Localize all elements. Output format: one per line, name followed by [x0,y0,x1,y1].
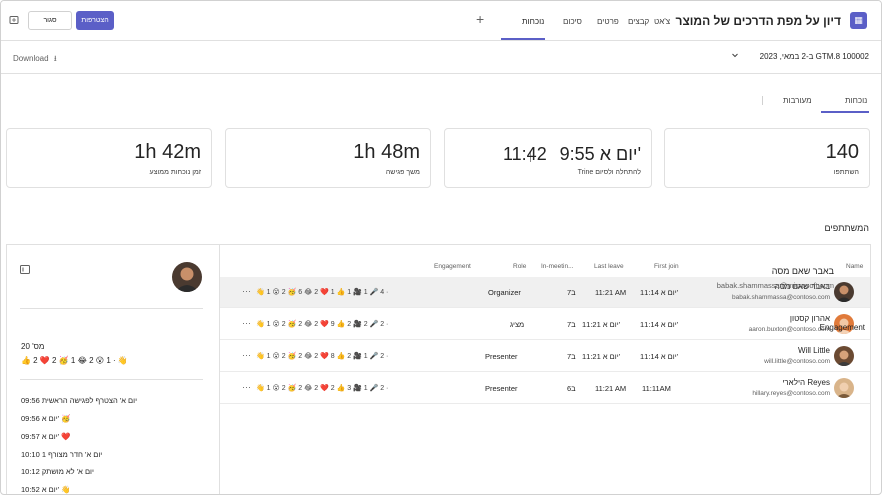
column-header-name[interactable]: Name [846,263,863,270]
session-dropdown[interactable]: ב-2 במאי, 2023 GTM.8 100002 [760,52,869,61]
participant-email: babak.shammassa@contoso.com [731,294,830,301]
participants-value: 140 [825,141,859,163]
close-button[interactable]: סגור [28,11,72,30]
average-attendance-label: זמן נוכחות ממוצע [149,169,201,176]
subtab-engagement[interactable]: מעורבות [783,96,812,105]
subtab-active-indicator [821,111,869,113]
role-cell: Organizer [488,288,521,297]
stat-card-start-end: 9:55 יום א' 11:42 Trine להתחלה ולסיום [444,128,652,188]
start-end-label: Trine להתחלה ולסיום [577,169,641,176]
table-row[interactable]: הילארי Reyes hillary.reyes@contoso.com 1… [220,373,870,404]
engagement-heading: Engagement [819,323,865,332]
column-header-first-join[interactable]: First join [654,263,679,270]
more-options-icon[interactable]: ··· [242,286,251,296]
panel-divider [20,379,203,380]
engagement-cell: 👋 1 😮 2 🥳 6 😂 2 ❤️ 1 👍 1 🎥 1 🎤 4 · [256,289,389,296]
last-leave-cell: 11:21 AM [595,384,627,393]
avatar [172,262,202,292]
avatar [834,378,854,398]
last-leave-cell: 11:21 יום א' [582,352,621,361]
first-join-cell: 11:14 יום א' [640,320,679,329]
top-bar: ▦ דיון על מפת הדרכים של המוצר צ'אט קבצים… [1,1,881,41]
timeline-entry: 09:56 יום א' 🥳 [21,414,71,423]
avatar [834,346,854,366]
role-cell: Presenter [485,384,518,393]
session-filter-bar: ב-2 במאי, 2023 GTM.8 100002 Download ⭳ [1,42,881,74]
participant-name: Will Little [797,346,830,355]
timeline-entry: 10:10 יום א' חדר מצורף 1 [21,450,103,459]
participant-email: aaron.buxton@contoso.com [748,326,830,333]
share-screen-icon[interactable] [9,15,19,25]
tab-recap[interactable]: סיכום [563,17,582,26]
role-cell: מציג [510,320,525,329]
timeline-entry: 09:56 יום א' הצטרף לפגישה הראשית [21,396,138,405]
timeline-entry: 10:52 יום א' 👋 [21,485,71,494]
detail-participant-name: באבר שאם מסה [771,266,834,276]
role-cell: Presenter [485,352,518,361]
timeline-entry: 10:12 יום א' לא מושתק [21,467,94,476]
engagement-cell: 👋 1 😮 2 🥳 2 😂 2 ❤️ 9 👍 2 🎥 2 🎤 2 · [256,321,389,328]
join-button[interactable]: הצטרפות [76,11,114,30]
tab-files[interactable]: קבצים [628,17,649,26]
subtab-divider [762,96,763,105]
first-join-cell: 11:11AM [642,384,671,393]
stat-card-average-attendance: 1h 42m זמן נוכחות ממוצע [6,128,212,188]
participant-name: הילארי Reyes [782,378,830,387]
participants-label: השתתפו [833,169,859,176]
more-options-icon[interactable]: ··· [242,382,251,392]
column-header-role[interactable]: Role [513,263,526,270]
timeline-entry: 09:57 יום א' ❤️ [21,432,71,441]
end-time-value: 11:42 [503,144,547,164]
start-time-value: 9:55 יום א' [559,144,641,164]
last-leave-cell: 11:21 AM [595,288,627,297]
participant-email: hillary.reyes@contoso.com [752,390,830,397]
stat-card-participants: 140 השתתפו [664,128,870,188]
engagement-cell: 👋 1 😮 2 🥳 2 😂 2 ❤️ 8 👍 2 🎥 1 🎤 2 · [256,353,389,360]
tab-chat[interactable]: צ'אט [654,17,670,26]
duration-cell: 6ב [567,384,576,393]
add-tab-button[interactable]: + [476,12,484,26]
detail-participant-email: babak.shammassa@microsoft.com [716,281,834,290]
collapse-panel-icon[interactable] [20,265,30,276]
stat-card-meeting-duration: 1h 48m משך פגישה [225,128,431,188]
download-icon: ⭳ [53,54,57,63]
duration-cell: 7ב [567,288,576,297]
duration-cell: 7ב [567,352,576,361]
download-button[interactable]: Download ⭳ [13,53,57,67]
duration-cell: 7ב [567,320,576,329]
avatar [834,282,854,302]
table-row[interactable]: אהרון קסטון aaron.buxton@contoso.com 11:… [220,309,870,340]
engagement-reactions: 👍 2 ❤️ 2 🥳 1 😂 2 😮 1 · 👋 [21,356,128,365]
meeting-title: דיון על מפת הדרכים של המוצר [675,14,841,28]
more-options-icon[interactable]: ··· [242,318,251,328]
first-join-cell: 11:14 יום א' [640,352,679,361]
tab-details[interactable]: פרטים [597,17,619,26]
column-header-in-meeting[interactable]: In-meetin... [541,263,574,270]
active-tab-indicator [501,38,545,40]
column-header-engagement[interactable]: Engagement [434,263,471,270]
meeting-duration-label: משך פגישה [385,169,420,176]
participants-heading: המשתתפים [824,223,869,233]
calendar-icon: ▦ [850,12,867,29]
last-leave-cell: 11:21 יום א' [582,320,621,329]
download-label: Download [13,54,49,63]
engagement-cell: 👋 1 😮 2 🥳 2 😂 2 ❤️ 2 👍 3 🎥 1 🎤 2 · [256,385,389,392]
attendance-report-window: ▦ דיון על מפת הדרכים של המוצר צ'אט קבצים… [0,0,882,495]
engagement-count: מס' 20 [21,342,45,351]
participant-email: will.little@contoso.com [764,358,830,365]
chevron-down-icon[interactable] [731,51,739,61]
tab-attendance[interactable]: נוכחות [522,17,544,26]
more-options-icon[interactable]: ··· [242,350,251,360]
subtab-attendance[interactable]: נוכחות [845,96,867,105]
column-header-last-leave[interactable]: Last leave [594,263,624,270]
participant-name: אהרון קסטון [789,314,830,323]
average-attendance-value: 1h 42m [134,141,201,163]
table-row[interactable]: Will Little will.little@contoso.com 11:1… [220,341,870,372]
panel-divider [20,308,203,309]
meeting-duration-value: 1h 48m [353,141,420,163]
first-join-cell: 11:14 יום א' [640,288,679,297]
